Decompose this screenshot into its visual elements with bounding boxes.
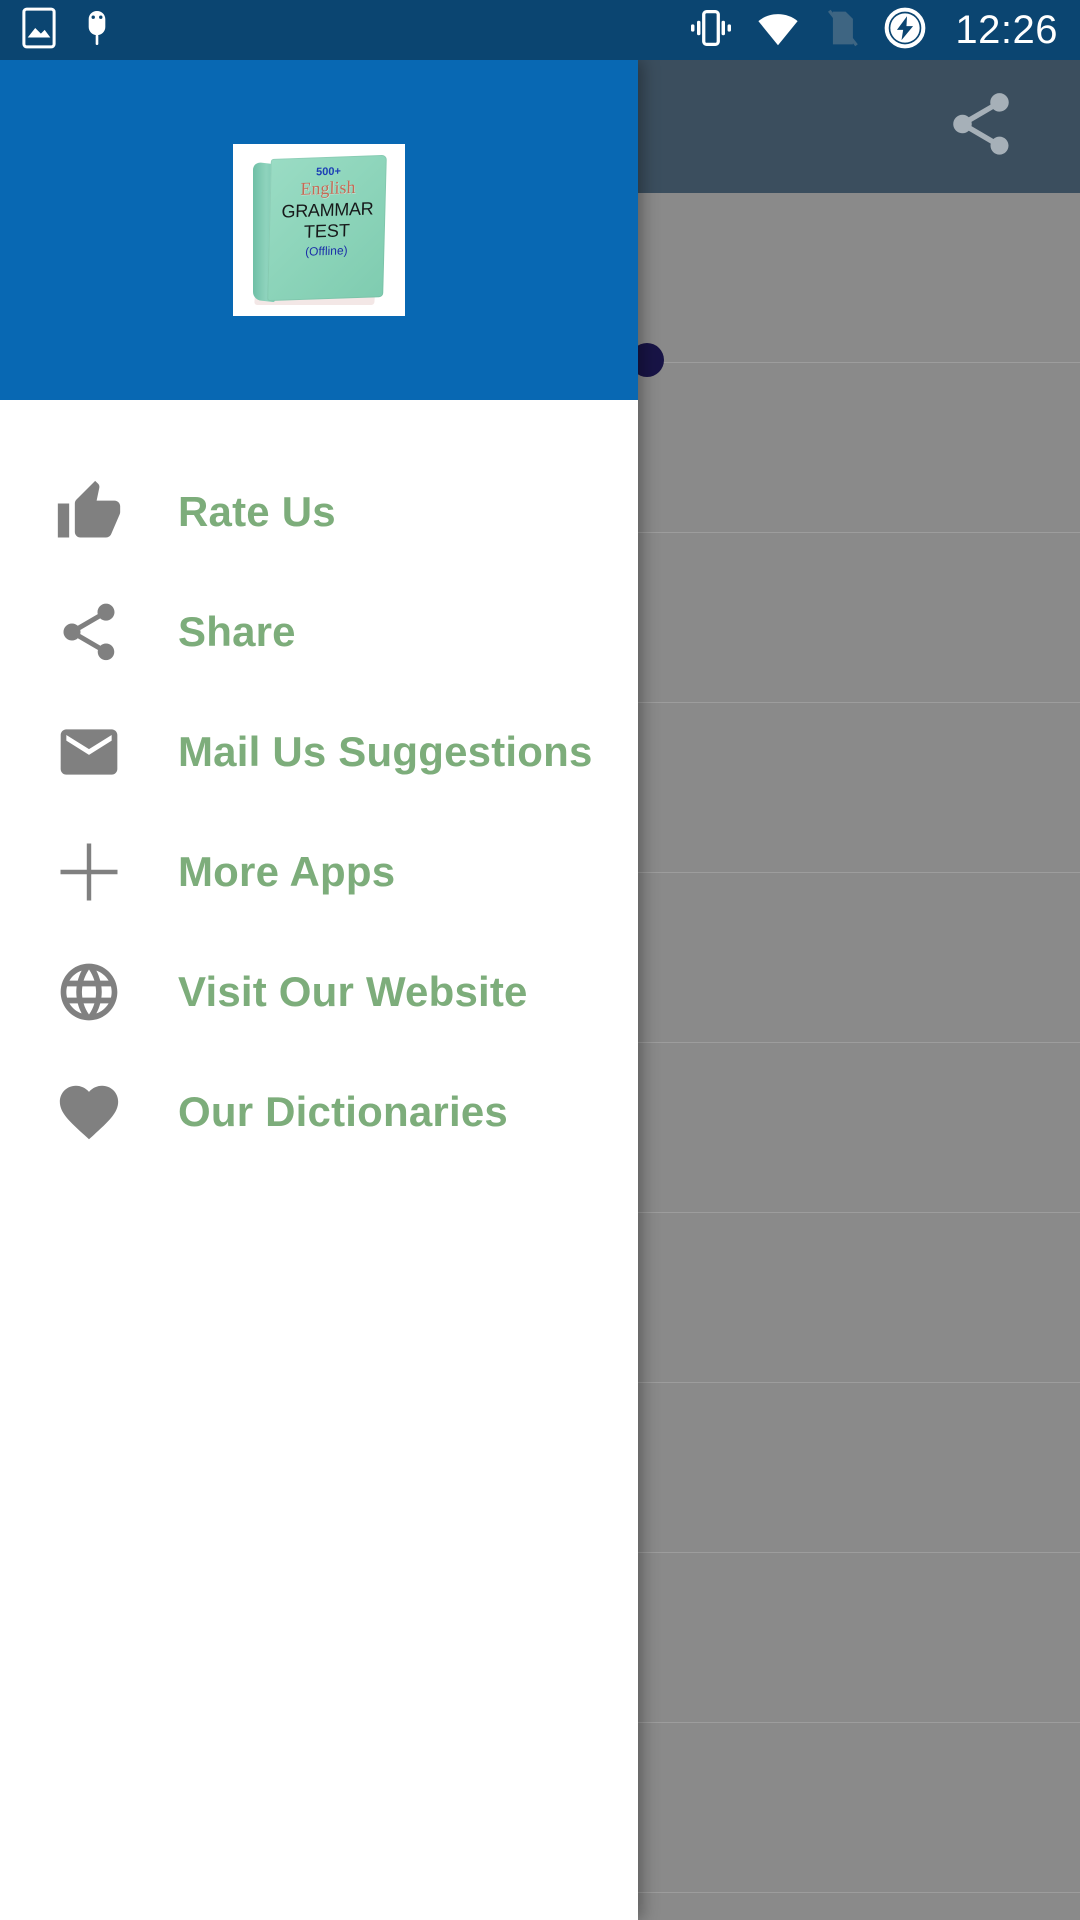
drawer-item-label: Visit Our Website — [178, 968, 528, 1015]
drawer-item-our-dictionaries[interactable]: Our Dictionaries — [0, 1052, 638, 1172]
no-sim-card-icon — [823, 8, 861, 53]
status-bar-system-icons: 12:26 — [689, 6, 1058, 55]
drawer-item-share[interactable]: Share — [0, 572, 638, 692]
plus-icon — [0, 834, 178, 910]
app-logo-book: 500+ English GRAMMAR TEST (Offline) — [233, 144, 405, 316]
logo-text-language: English — [300, 176, 356, 199]
drawer-item-label: Mail Us Suggestions — [178, 728, 593, 775]
status-bar-notifications — [22, 7, 114, 54]
drawer-item-label: More Apps — [178, 848, 396, 895]
logo-text-grammar: GRAMMAR — [281, 198, 374, 222]
heart-icon — [0, 1077, 178, 1147]
envelope-icon — [0, 718, 178, 786]
drawer-item-label: Our Dictionaries — [178, 1088, 508, 1135]
drawer-item-rate-us[interactable]: Rate Us — [0, 452, 638, 572]
drawer-item-label: Share — [178, 608, 296, 655]
logo-text-test: TEST — [303, 219, 351, 242]
drawer-header: 500+ English GRAMMAR TEST (Offline) — [0, 60, 638, 400]
status-bar: 12:26 — [0, 0, 1080, 60]
logo-text-offline: (Offline) — [304, 243, 348, 260]
vibrate-mode-icon — [689, 8, 733, 53]
drawer-item-visit-website[interactable]: Visit Our Website — [0, 932, 638, 1052]
drawer-item-more-apps[interactable]: More Apps — [0, 812, 638, 932]
gallery-image-icon — [22, 7, 56, 54]
drawer-menu: Rate Us Share Mail Us Suggestions More A… — [0, 400, 638, 1172]
share-icon — [0, 598, 178, 666]
drawer-item-label: Rate Us — [178, 488, 336, 535]
wifi-icon — [755, 8, 801, 53]
navigation-drawer: 500+ English GRAMMAR TEST (Offline) Rate… — [0, 60, 638, 1920]
drawer-item-mail-suggestions[interactable]: Mail Us Suggestions — [0, 692, 638, 812]
battery-charging-icon — [883, 6, 927, 55]
android-debug-icon — [80, 7, 114, 54]
status-bar-clock: 12:26 — [955, 7, 1058, 52]
globe-icon — [0, 958, 178, 1026]
thumbs-up-icon — [0, 478, 178, 546]
logo-text-count: 500+ — [315, 165, 342, 179]
